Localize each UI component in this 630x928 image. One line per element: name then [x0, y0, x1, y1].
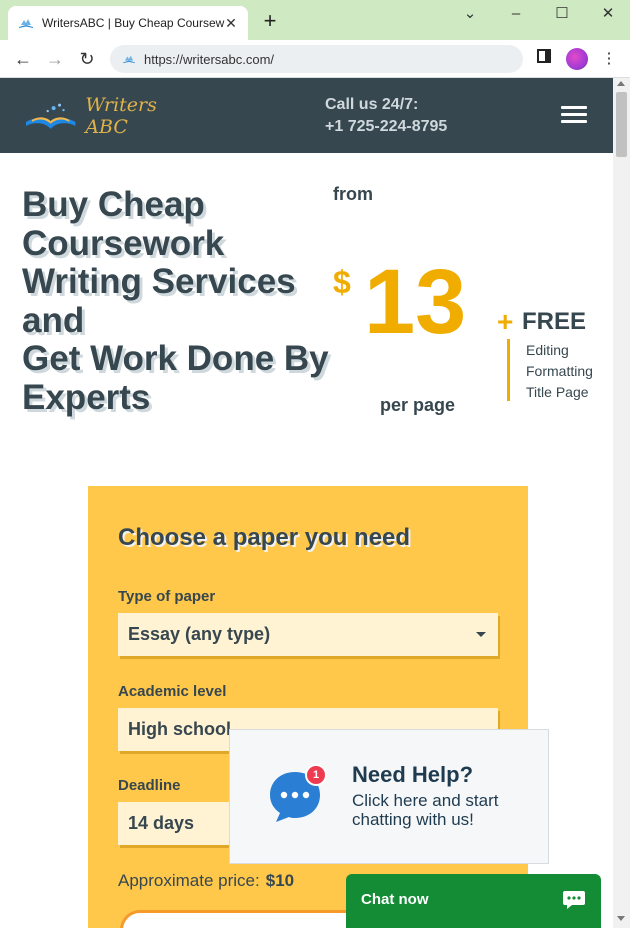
approximate-price-label: Approximate price:: [118, 871, 260, 890]
tab-title: WritersABC | Buy Cheap Coursew: [42, 16, 225, 30]
free-label: FREE: [522, 308, 587, 335]
free-feature: Editing: [526, 342, 569, 358]
plus-icon: +: [497, 306, 514, 337]
hamburger-menu-icon[interactable]: [561, 106, 587, 124]
chat-now-button[interactable]: Chat now: [346, 874, 601, 928]
site-header: Writers ABC Call us 24/7: +1 725-224-879…: [0, 78, 613, 153]
need-help-text: Click here and start chatting with us!: [352, 791, 499, 829]
menu-kebab-icon[interactable]: ⋮: [599, 49, 619, 69]
per-page-label: per page: [380, 395, 456, 415]
form-title: Choose a paper you need: [118, 524, 411, 551]
currency-symbol: $: [333, 264, 351, 300]
chat-now-label: Chat now: [361, 891, 429, 908]
page-scrollbar[interactable]: [613, 78, 630, 928]
need-help-popup[interactable]: 1 Need Help? Click here and start chatti…: [229, 729, 549, 864]
book-logo-icon: [25, 103, 76, 129]
type-of-paper-label: Type of paper: [118, 588, 216, 605]
profile-avatar[interactable]: [566, 48, 588, 70]
close-tab-icon[interactable]: ✕: [222, 14, 240, 32]
approximate-price: Approximate price: $10: [118, 871, 294, 891]
site-info-icon[interactable]: [122, 54, 136, 64]
browser-tab[interactable]: WritersABC | Buy Cheap Coursew ✕: [8, 6, 248, 40]
free-feature: Formatting: [526, 363, 593, 379]
chevron-down-icon: [476, 632, 486, 637]
phone-contact[interactable]: Call us 24/7: +1 725-224-8795: [325, 94, 447, 138]
academic-level-label: Academic level: [118, 683, 227, 700]
maximize-icon[interactable]: ☐: [547, 4, 577, 24]
free-divider: [507, 339, 510, 401]
site-logo[interactable]: Writers ABC: [24, 94, 204, 138]
favicon-icon: [19, 19, 33, 28]
scroll-down-icon[interactable]: [617, 916, 625, 921]
close-window-icon[interactable]: ✕: [593, 4, 623, 24]
tab-search-icon[interactable]: ⌄: [455, 4, 485, 24]
side-panel-icon[interactable]: [534, 49, 554, 69]
tab-bar: WritersABC | Buy Cheap Coursew ✕ + ⌄ – ☐…: [0, 0, 630, 40]
browser-window: WritersABC | Buy Cheap Coursew ✕ + ⌄ – ☐…: [0, 0, 630, 928]
hero-title: Buy Cheap Coursework Writing Services an…: [22, 185, 329, 417]
minimize-icon[interactable]: –: [501, 4, 531, 24]
back-arrow-icon[interactable]: ←: [12, 48, 34, 70]
reload-icon[interactable]: ↻: [76, 48, 98, 70]
price-from-label: from: [333, 184, 373, 204]
chat-icon: [563, 891, 585, 909]
price-value: 13: [364, 251, 467, 353]
call-label: Call us 24/7:: [325, 96, 419, 113]
need-help-title: Need Help?: [352, 762, 474, 787]
phone-number: +1 725-224-8795: [325, 118, 448, 135]
scrollbar-thumb[interactable]: [616, 92, 627, 157]
scroll-up-icon[interactable]: [617, 81, 625, 86]
free-feature: Title Page: [526, 384, 589, 400]
browser-toolbar: ← → ↻ https://writersabc.com/ ⋮: [0, 40, 630, 78]
notification-badge: 1: [305, 764, 327, 786]
free-features-list: Editing Formatting Title Page: [526, 340, 593, 403]
url-text: https://writersabc.com/: [144, 51, 275, 67]
order-button[interactable]: [120, 910, 370, 928]
logo-text: Writers ABC: [85, 94, 157, 138]
forward-arrow-icon[interactable]: →: [44, 48, 66, 70]
deadline-label: Deadline: [118, 777, 181, 794]
address-bar[interactable]: https://writersabc.com/: [110, 45, 523, 73]
type-of-paper-select[interactable]: Essay (any type): [118, 613, 498, 656]
approximate-price-value: $10: [265, 871, 295, 890]
new-tab-button[interactable]: +: [258, 10, 282, 34]
